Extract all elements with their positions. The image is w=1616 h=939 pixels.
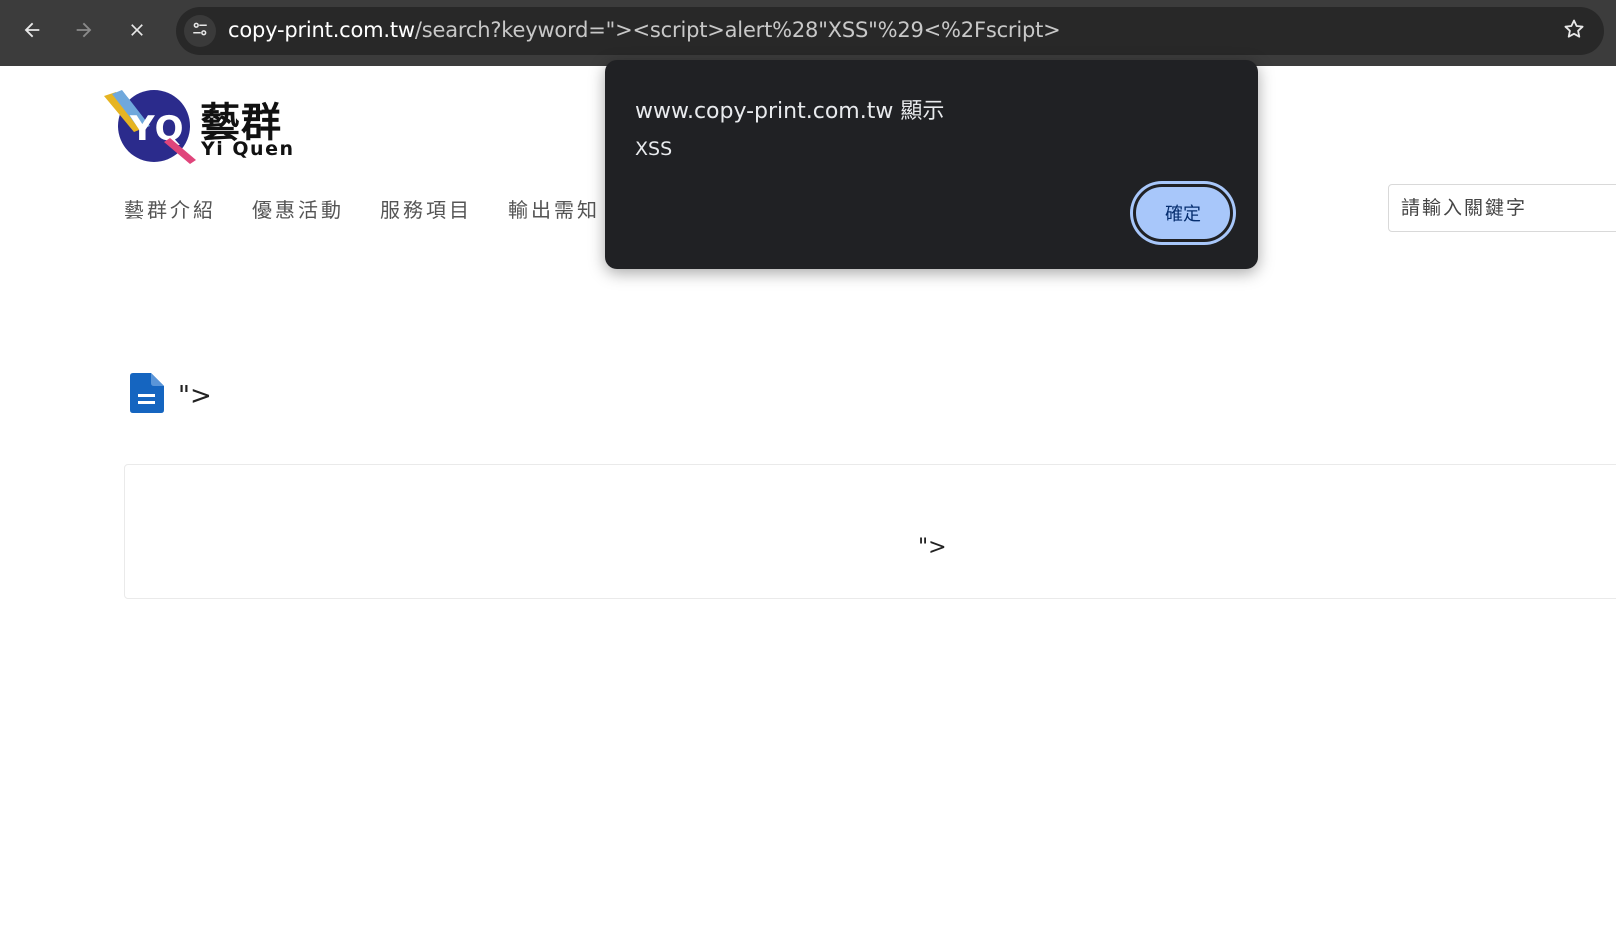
result-content-text: "> bbox=[918, 535, 947, 560]
nav-item-services[interactable]: 服務項目 bbox=[380, 194, 472, 223]
url-path: /search?keyword="><script>alert%28"XSS"%… bbox=[414, 18, 1061, 42]
result-title-text: "> bbox=[178, 380, 212, 411]
bookmark-button[interactable] bbox=[1560, 17, 1588, 45]
logo-mark: YQ bbox=[104, 90, 196, 164]
result-title: "> bbox=[130, 373, 212, 418]
nav-item-output-guide[interactable]: 輸出需知 bbox=[508, 194, 600, 223]
url-text[interactable]: copy-print.com.tw/search?keyword="><scri… bbox=[228, 18, 1061, 42]
result-content-box: "> bbox=[124, 464, 1616, 599]
alert-title: www.copy-print.com.tw 顯示 bbox=[635, 99, 945, 124]
stop-loading-button[interactable] bbox=[119, 14, 155, 50]
alert-ok-button[interactable]: 確定 bbox=[1133, 184, 1233, 242]
nav-item-about[interactable]: 藝群介紹 bbox=[124, 194, 216, 223]
star-icon bbox=[1562, 17, 1586, 46]
logo-name-en: Yi Quen bbox=[201, 138, 295, 160]
alert-message: XSS bbox=[635, 138, 673, 160]
url-host: copy-print.com.tw bbox=[228, 18, 415, 42]
arrow-left-icon bbox=[21, 19, 43, 46]
back-button[interactable] bbox=[14, 14, 50, 50]
site-logo[interactable]: YQ 藝群 Yi Quen bbox=[104, 88, 294, 166]
tune-icon bbox=[191, 20, 209, 43]
nav-item-promotions[interactable]: 優惠活動 bbox=[252, 194, 344, 223]
arrow-right-icon bbox=[73, 19, 95, 46]
site-info-button[interactable] bbox=[184, 15, 216, 47]
forward-button[interactable] bbox=[66, 14, 102, 50]
document-icon bbox=[130, 373, 164, 418]
close-icon bbox=[127, 20, 147, 45]
address-bar[interactable]: copy-print.com.tw/search?keyword="><scri… bbox=[176, 7, 1604, 55]
search-input[interactable] bbox=[1388, 184, 1616, 232]
alert-dialog: www.copy-print.com.tw 顯示 XSS 確定 bbox=[605, 60, 1258, 269]
browser-toolbar: copy-print.com.tw/search?keyword="><scri… bbox=[0, 0, 1616, 66]
main-nav: 藝群介紹 優惠活動 服務項目 輸出需知 bbox=[124, 194, 600, 223]
